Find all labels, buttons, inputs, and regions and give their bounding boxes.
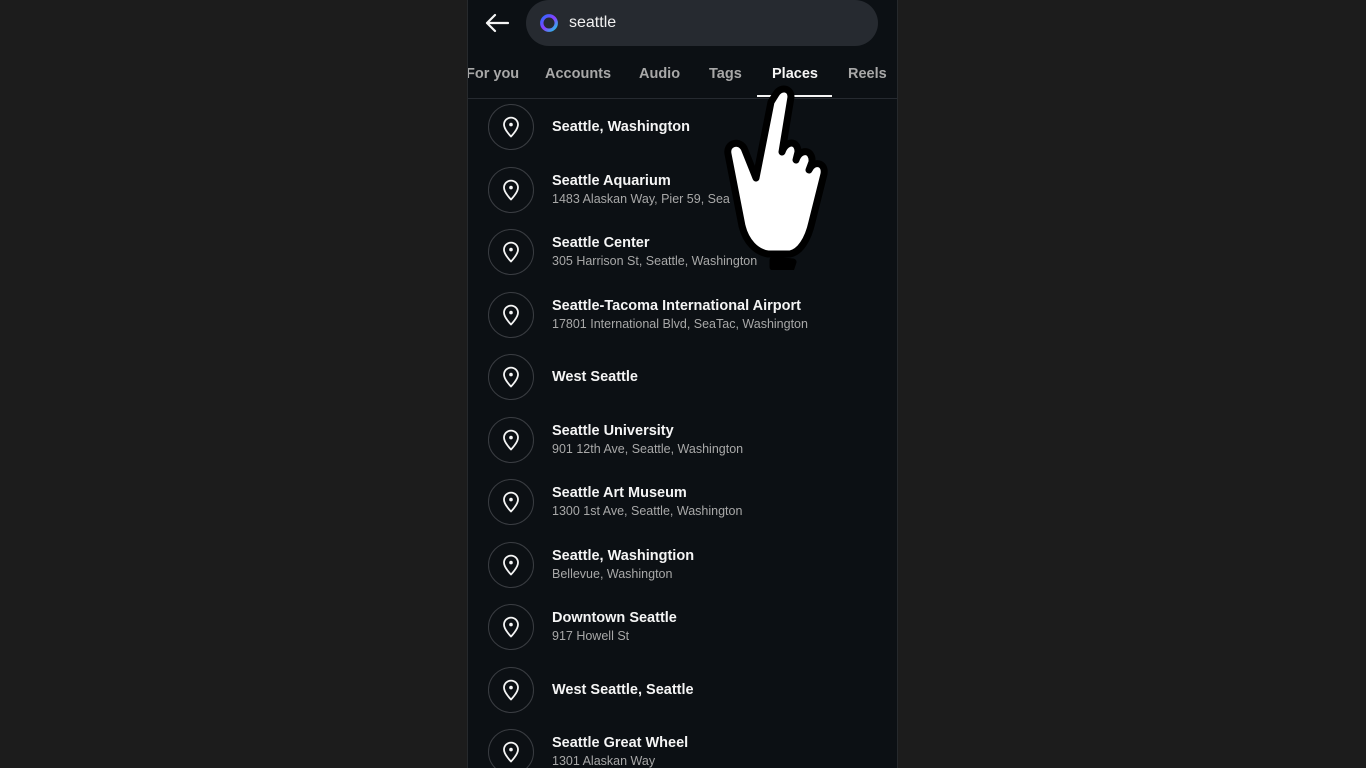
place-text: Seattle, Washington bbox=[552, 119, 690, 135]
place-text: Seattle Great Wheel 1301 Alaskan Way bbox=[552, 735, 688, 768]
place-subtitle: 305 Harrison St, Seattle, Washington bbox=[552, 254, 758, 268]
place-text: Seattle University 901 12th Ave, Seattle… bbox=[552, 423, 743, 456]
location-pin-icon bbox=[503, 616, 519, 638]
location-pin-icon bbox=[503, 741, 519, 763]
place-subtitle: 1483 Alaskan Way, Pier 59, Sea bbox=[552, 191, 730, 206]
arrow-left-icon bbox=[485, 13, 510, 33]
place-text: Seattle Center 305 Harrison St, Seattle,… bbox=[552, 235, 757, 268]
list-item[interactable]: Downtown Seattle 917 Howell St bbox=[468, 597, 897, 659]
list-item[interactable]: West Seattle, Seattle bbox=[468, 660, 897, 722]
place-icon-wrapper bbox=[488, 604, 534, 650]
location-pin-icon bbox=[503, 116, 519, 138]
place-title: Seattle Great Wheel bbox=[552, 735, 689, 751]
place-icon-wrapper bbox=[488, 104, 534, 150]
location-pin-icon bbox=[503, 679, 519, 700]
location-pin-icon bbox=[503, 491, 519, 513]
place-text: West Seattle bbox=[552, 369, 638, 385]
place-subtitle: 917 Howell St bbox=[552, 629, 630, 643]
list-item[interactable]: Seattle, Washingtion Bellevue, Washingto… bbox=[468, 535, 897, 597]
place-title: Seattle Center bbox=[552, 235, 650, 251]
place-title: West Seattle bbox=[552, 369, 638, 385]
search-tabs: For you Accounts Audio Tags Places Reels bbox=[468, 56, 897, 99]
list-item[interactable]: Seattle, Washington bbox=[468, 97, 897, 159]
tab-tags[interactable]: Tags bbox=[709, 66, 742, 82]
place-title: Downtown Seattle bbox=[552, 610, 677, 626]
location-pin-icon bbox=[503, 241, 519, 263]
place-subtitle: 17801 International Blvd, SeaTac, Washin… bbox=[552, 316, 808, 331]
place-subtitle: 1300 1st Ave, Seattle, Washington bbox=[552, 504, 743, 518]
location-pin-icon bbox=[503, 366, 519, 388]
location-pin-icon bbox=[503, 429, 519, 450]
tab-for-you[interactable]: For you bbox=[468, 66, 519, 82]
place-title: Seattle Art Museum bbox=[552, 485, 687, 501]
list-item[interactable]: Seattle Center 305 Harrison St, Seattle,… bbox=[468, 222, 897, 284]
place-subtitle: 1301 Alaskan Way bbox=[552, 754, 656, 768]
place-icon-wrapper bbox=[488, 479, 534, 525]
location-pin-icon bbox=[503, 304, 519, 325]
place-icon-wrapper bbox=[488, 729, 534, 768]
list-item[interactable]: Seattle Art Museum 1300 1st Ave, Seattle… bbox=[468, 472, 897, 534]
place-icon-wrapper bbox=[488, 166, 534, 213]
back-button[interactable] bbox=[482, 8, 512, 38]
place-title: Seattle, Washingtion bbox=[552, 547, 695, 564]
place-text: Seattle-Tacoma International Airport 178… bbox=[552, 298, 808, 331]
search-screen: For you Accounts Audio Tags Places Reels… bbox=[467, 0, 898, 768]
tab-audio[interactable]: Audio bbox=[639, 66, 680, 82]
tab-accounts[interactable]: Accounts bbox=[545, 66, 611, 82]
place-icon-wrapper bbox=[488, 541, 534, 588]
list-item[interactable]: Seattle Aquarium 1483 Alaskan Way, Pier … bbox=[468, 160, 897, 222]
place-text: Seattle Art Museum 1300 1st Ave, Seattle… bbox=[552, 485, 742, 518]
list-item[interactable]: Seattle-Tacoma International Airport 178… bbox=[468, 285, 897, 347]
place-icon-wrapper bbox=[488, 229, 534, 275]
list-item[interactable]: Seattle University 901 12th Ave, Seattle… bbox=[468, 410, 897, 472]
place-title: Seattle University bbox=[552, 422, 674, 439]
place-icon-wrapper bbox=[488, 666, 534, 713]
tab-places[interactable]: Places bbox=[772, 66, 818, 82]
location-pin-icon bbox=[503, 179, 519, 200]
place-title: Seattle Aquarium bbox=[552, 172, 671, 189]
place-icon-wrapper bbox=[488, 354, 534, 400]
place-subtitle: Bellevue, Washington bbox=[552, 566, 673, 581]
place-text: West Seattle, Seattle bbox=[552, 682, 694, 698]
location-pin-icon bbox=[503, 554, 519, 575]
place-text: Seattle, Washingtion Bellevue, Washingto… bbox=[552, 548, 694, 581]
place-subtitle: 901 12th Ave, Seattle, Washington bbox=[552, 441, 744, 456]
search-bar[interactable] bbox=[526, 0, 878, 46]
tab-reels[interactable]: Reels bbox=[848, 66, 887, 82]
list-item[interactable]: West Seattle bbox=[468, 347, 897, 409]
place-icon-wrapper bbox=[488, 416, 534, 463]
place-icon-wrapper bbox=[488, 291, 534, 338]
place-title: Seattle-Tacoma International Airport bbox=[552, 297, 801, 314]
place-text: Downtown Seattle 917 Howell St bbox=[552, 610, 677, 643]
place-text: Seattle Aquarium 1483 Alaskan Way, Pier … bbox=[552, 173, 730, 206]
list-item[interactable]: Seattle Great Wheel 1301 Alaskan Way bbox=[468, 722, 897, 768]
place-title: Seattle, Washington bbox=[552, 119, 691, 135]
meta-ai-ring-icon bbox=[540, 14, 558, 32]
place-title: West Seattle, Seattle bbox=[552, 681, 694, 698]
search-input[interactable] bbox=[569, 14, 829, 32]
